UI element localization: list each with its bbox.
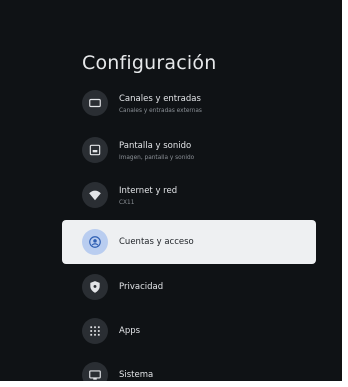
apps-grid-icon	[82, 318, 108, 344]
menu-item-privacidad[interactable]: Privacidad	[62, 268, 316, 306]
menu-item-sublabel: Imagen, pantalla y sonido	[119, 155, 195, 161]
shield-icon	[82, 274, 108, 300]
menu-item-apps[interactable]: Apps	[62, 312, 316, 350]
wifi-icon	[82, 182, 108, 208]
menu-item-label: Cuentas y acceso	[119, 237, 194, 247]
menu-item-label: Sistema	[119, 370, 154, 380]
menu-item-label: Privacidad	[119, 282, 164, 292]
menu-item-label: Apps	[119, 326, 141, 336]
page-title: Configuración	[82, 52, 217, 74]
display-icon	[82, 137, 108, 163]
menu-item-cuentas[interactable]: Cuentas y acceso	[62, 220, 316, 264]
account-icon	[82, 229, 108, 255]
menu-item-pantalla[interactable]: Pantalla y sonido Imagen, pantalla y son…	[62, 131, 316, 169]
monitor-icon	[82, 362, 108, 381]
settings-screen: Configuración Canales y entradas Canales…	[0, 0, 342, 381]
menu-item-canales[interactable]: Canales y entradas Canales y entradas ex…	[62, 84, 316, 122]
menu-item-sublabel: Canales y entradas externas	[119, 108, 202, 114]
menu-item-internet[interactable]: Internet y red CX11	[62, 176, 316, 214]
menu-item-label: Canales y entradas	[119, 94, 201, 104]
menu-item-sublabel: CX11	[119, 200, 135, 206]
tv-icon	[82, 90, 108, 116]
menu-item-sistema[interactable]: Sistema	[62, 356, 316, 381]
menu-item-label: Internet y red	[119, 186, 178, 196]
menu-item-label: Pantalla y sonido	[119, 141, 192, 151]
